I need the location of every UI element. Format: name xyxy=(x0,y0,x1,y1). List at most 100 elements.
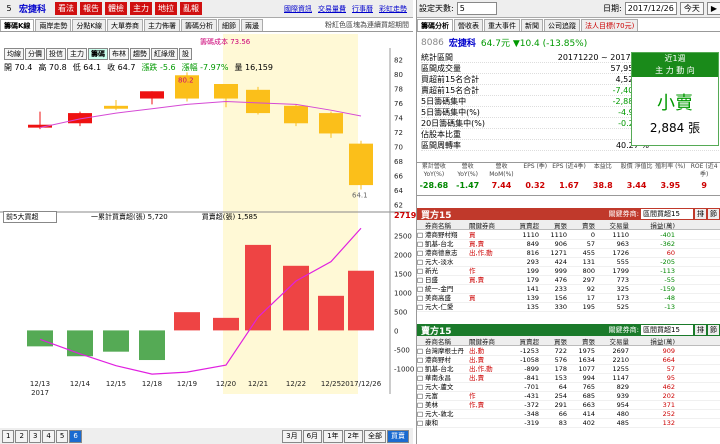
table-cell: 402 xyxy=(582,419,595,427)
page-button-2[interactable]: 2 xyxy=(15,429,28,443)
sell-table: □ 台灣摩根士丹 出,動 -1253 722 1975 2697 909 □ 港商野村 出,賣 -10… xyxy=(417,347,720,428)
days-select[interactable]: 5 xyxy=(456,2,497,15)
tab-cross-strait[interactable]: 兩岸走勢 xyxy=(35,19,72,31)
today-button[interactable]: 今天 xyxy=(679,2,704,15)
row-checkbox[interactable]: □ xyxy=(417,276,425,284)
ind-chip[interactable]: 籌碼 xyxy=(88,48,108,60)
table-cell: 出,作,動 xyxy=(469,365,493,373)
tab-chip-k[interactable]: 籌碼K線 xyxy=(0,19,35,31)
table-row[interactable]: □ 元大-蘆文 -701 64 765 829 462 xyxy=(417,383,720,392)
row-checkbox[interactable]: □ xyxy=(417,240,425,248)
row-checkbox[interactable]: □ xyxy=(417,383,425,391)
rtab-events[interactable]: 重大事件 xyxy=(484,19,520,31)
row-checkbox[interactable]: □ xyxy=(417,419,425,427)
range-1y[interactable]: 1年 xyxy=(323,429,343,443)
page-button-3[interactable]: 3 xyxy=(28,429,42,443)
tool-button-main[interactable]: 主力 xyxy=(130,2,153,15)
rtab-revenue[interactable]: 營收表 xyxy=(454,19,483,31)
table-cell: 765 xyxy=(582,383,595,391)
table-row[interactable]: □ 凱基-台北 出,作,動 -899 178 1077 1255 57 xyxy=(417,365,720,374)
ind-trust[interactable]: 投信 xyxy=(46,48,66,60)
stock-name-right[interactable]: 宏捷科 xyxy=(449,36,476,49)
table-row[interactable]: □ 康和 -319 83 402 485 132 xyxy=(417,419,720,428)
rtab-track[interactable]: 公司追蹤 xyxy=(544,19,580,31)
ind-boll[interactable]: 布林 xyxy=(109,48,129,60)
table-row[interactable]: □ 港商野村 出,賣 -1058 576 1634 2210 664 xyxy=(417,356,720,365)
row-checkbox[interactable]: □ xyxy=(417,410,425,418)
row-checkbox[interactable]: □ xyxy=(417,258,425,266)
tool-button-alert[interactable]: 亂報 xyxy=(180,2,203,15)
table-row[interactable]: □ 美商高盛 買 139 156 17 173 -48 xyxy=(417,294,720,303)
tab-both[interactable]: 兩邊 xyxy=(241,19,264,31)
table-row[interactable]: □ 元富 作 -431 254 685 939 202 xyxy=(417,392,720,401)
page-button-5[interactable]: 5 xyxy=(55,429,69,443)
page-button-6[interactable]: 6 xyxy=(69,429,82,443)
range-all[interactable]: 全部 xyxy=(364,429,386,443)
table-row[interactable]: □ 台灣摩根士丹 出,動 -1253 722 1975 2697 909 xyxy=(417,347,720,356)
tab-detail[interactable]: 細節 xyxy=(218,19,241,31)
tab-branch-k[interactable]: 分點K線 xyxy=(72,19,107,31)
ind-trend[interactable]: 趨勢 xyxy=(130,48,150,60)
range-6m[interactable]: 6月 xyxy=(302,429,323,443)
row-checkbox[interactable]: □ xyxy=(417,231,425,239)
row-checkbox[interactable]: □ xyxy=(417,356,425,364)
range-3m[interactable]: 3月 xyxy=(282,429,302,443)
row-checkbox[interactable]: □ xyxy=(417,294,425,302)
table-row[interactable]: □ 新光 作 199 999 800 1799 -113 xyxy=(417,267,720,276)
date-field[interactable]: 2017/12/26 xyxy=(624,2,677,15)
table-row[interactable]: □ 凱基-台北 買,賣 849 906 57 963 -362 xyxy=(417,240,720,249)
row-checkbox[interactable]: □ xyxy=(417,365,425,373)
row-checkbox[interactable]: □ xyxy=(417,267,425,275)
row-checkbox[interactable]: □ xyxy=(417,374,425,382)
sell-filter-select[interactable]: 區間買超15 xyxy=(641,325,693,335)
rtab-target[interactable]: 法人目標(70元) xyxy=(581,19,639,31)
row-checkbox[interactable]: □ xyxy=(417,401,425,409)
buy-filter-btn2[interactable]: 節 xyxy=(708,209,719,219)
table-row[interactable]: □ 元大-淡水 293 424 131 555 -205 xyxy=(417,258,720,267)
tab-note: 粉紅色區塊為連續買超期間 xyxy=(325,21,409,29)
page-button-4[interactable]: 4 xyxy=(42,429,55,443)
ind-price[interactable]: 分價 xyxy=(25,48,45,60)
ind-traffic[interactable]: 紅綠燈 xyxy=(151,48,178,60)
table-row[interactable]: □ 元大-敦北 -348 66 414 480 252 xyxy=(417,410,720,419)
link-calendar[interactable]: 行事曆 xyxy=(352,4,373,14)
row-checkbox[interactable]: □ xyxy=(417,303,425,311)
ind-settings[interactable]: 設 xyxy=(179,48,192,60)
row-checkbox[interactable]: □ xyxy=(417,249,425,257)
page-button-1[interactable]: 1 xyxy=(2,429,15,443)
table-row[interactable]: □ 美林 作,賣 -372 291 663 954 371 xyxy=(417,401,720,410)
tab-chip-analysis[interactable]: 籌碼分析 xyxy=(181,19,218,31)
link-intl-info[interactable]: 國際資訊 xyxy=(284,4,312,14)
table-row[interactable]: □ 華南永昌 出,賣 -841 153 994 1147 95 xyxy=(417,374,720,383)
link-rainbow[interactable]: 彩虹走勢 xyxy=(379,4,407,14)
buy-filter-select[interactable]: 區間買超15 xyxy=(641,209,693,219)
row-checkbox[interactable]: □ xyxy=(417,392,425,400)
rtab-chip[interactable]: 籌碼分析 xyxy=(417,19,453,31)
ind-main[interactable]: 主力 xyxy=(67,48,87,60)
link-volume-fee[interactable]: 交易量費 xyxy=(318,4,346,14)
table-row[interactable]: □ 日盛 買,賣 179 476 297 773 -55 xyxy=(417,276,720,285)
tool-button-view[interactable]: 看法 xyxy=(55,2,78,15)
tool-button-pull[interactable]: 地拉 xyxy=(155,2,178,15)
tab-main-deploy[interactable]: 主力佈署 xyxy=(144,19,181,31)
ind-ma[interactable]: 均線 xyxy=(4,48,24,60)
range-trade[interactable]: 買賣 xyxy=(387,429,409,443)
stock-number[interactable]: 5 xyxy=(2,4,16,13)
row-checkbox[interactable]: □ xyxy=(417,347,425,355)
next-button[interactable]: ▶ xyxy=(706,2,720,15)
tool-button-report[interactable]: 報告 xyxy=(80,2,103,15)
table-row[interactable]: □ 港商野村翔 買 1110 1110 0 1110 -401 xyxy=(417,231,720,240)
table-row[interactable]: □ 元大-仁愛 135 330 195 525 -13 xyxy=(417,303,720,312)
table-row[interactable]: □ 統一-金門 141 233 92 325 -159 xyxy=(417,285,720,294)
sell-filter-btn2[interactable]: 節 xyxy=(708,325,719,335)
row-checkbox[interactable]: □ xyxy=(417,285,425,293)
rtab-news[interactable]: 新聞 xyxy=(521,19,543,31)
range-2y[interactable]: 2年 xyxy=(343,429,363,443)
tool-button-checkup[interactable]: 體檢 xyxy=(105,2,128,15)
tab-big-broker[interactable]: 大單券商 xyxy=(107,19,144,31)
buy-filter-btn[interactable]: 排 xyxy=(695,209,706,219)
sell-filter-btn[interactable]: 排 xyxy=(695,325,706,335)
stat-key: 區間周轉率 xyxy=(421,141,461,150)
table-row[interactable]: □ 港商德意志 出,作,動 816 1271 455 1726 60 xyxy=(417,249,720,258)
volume-select[interactable]: 前5大買超 xyxy=(3,211,57,223)
